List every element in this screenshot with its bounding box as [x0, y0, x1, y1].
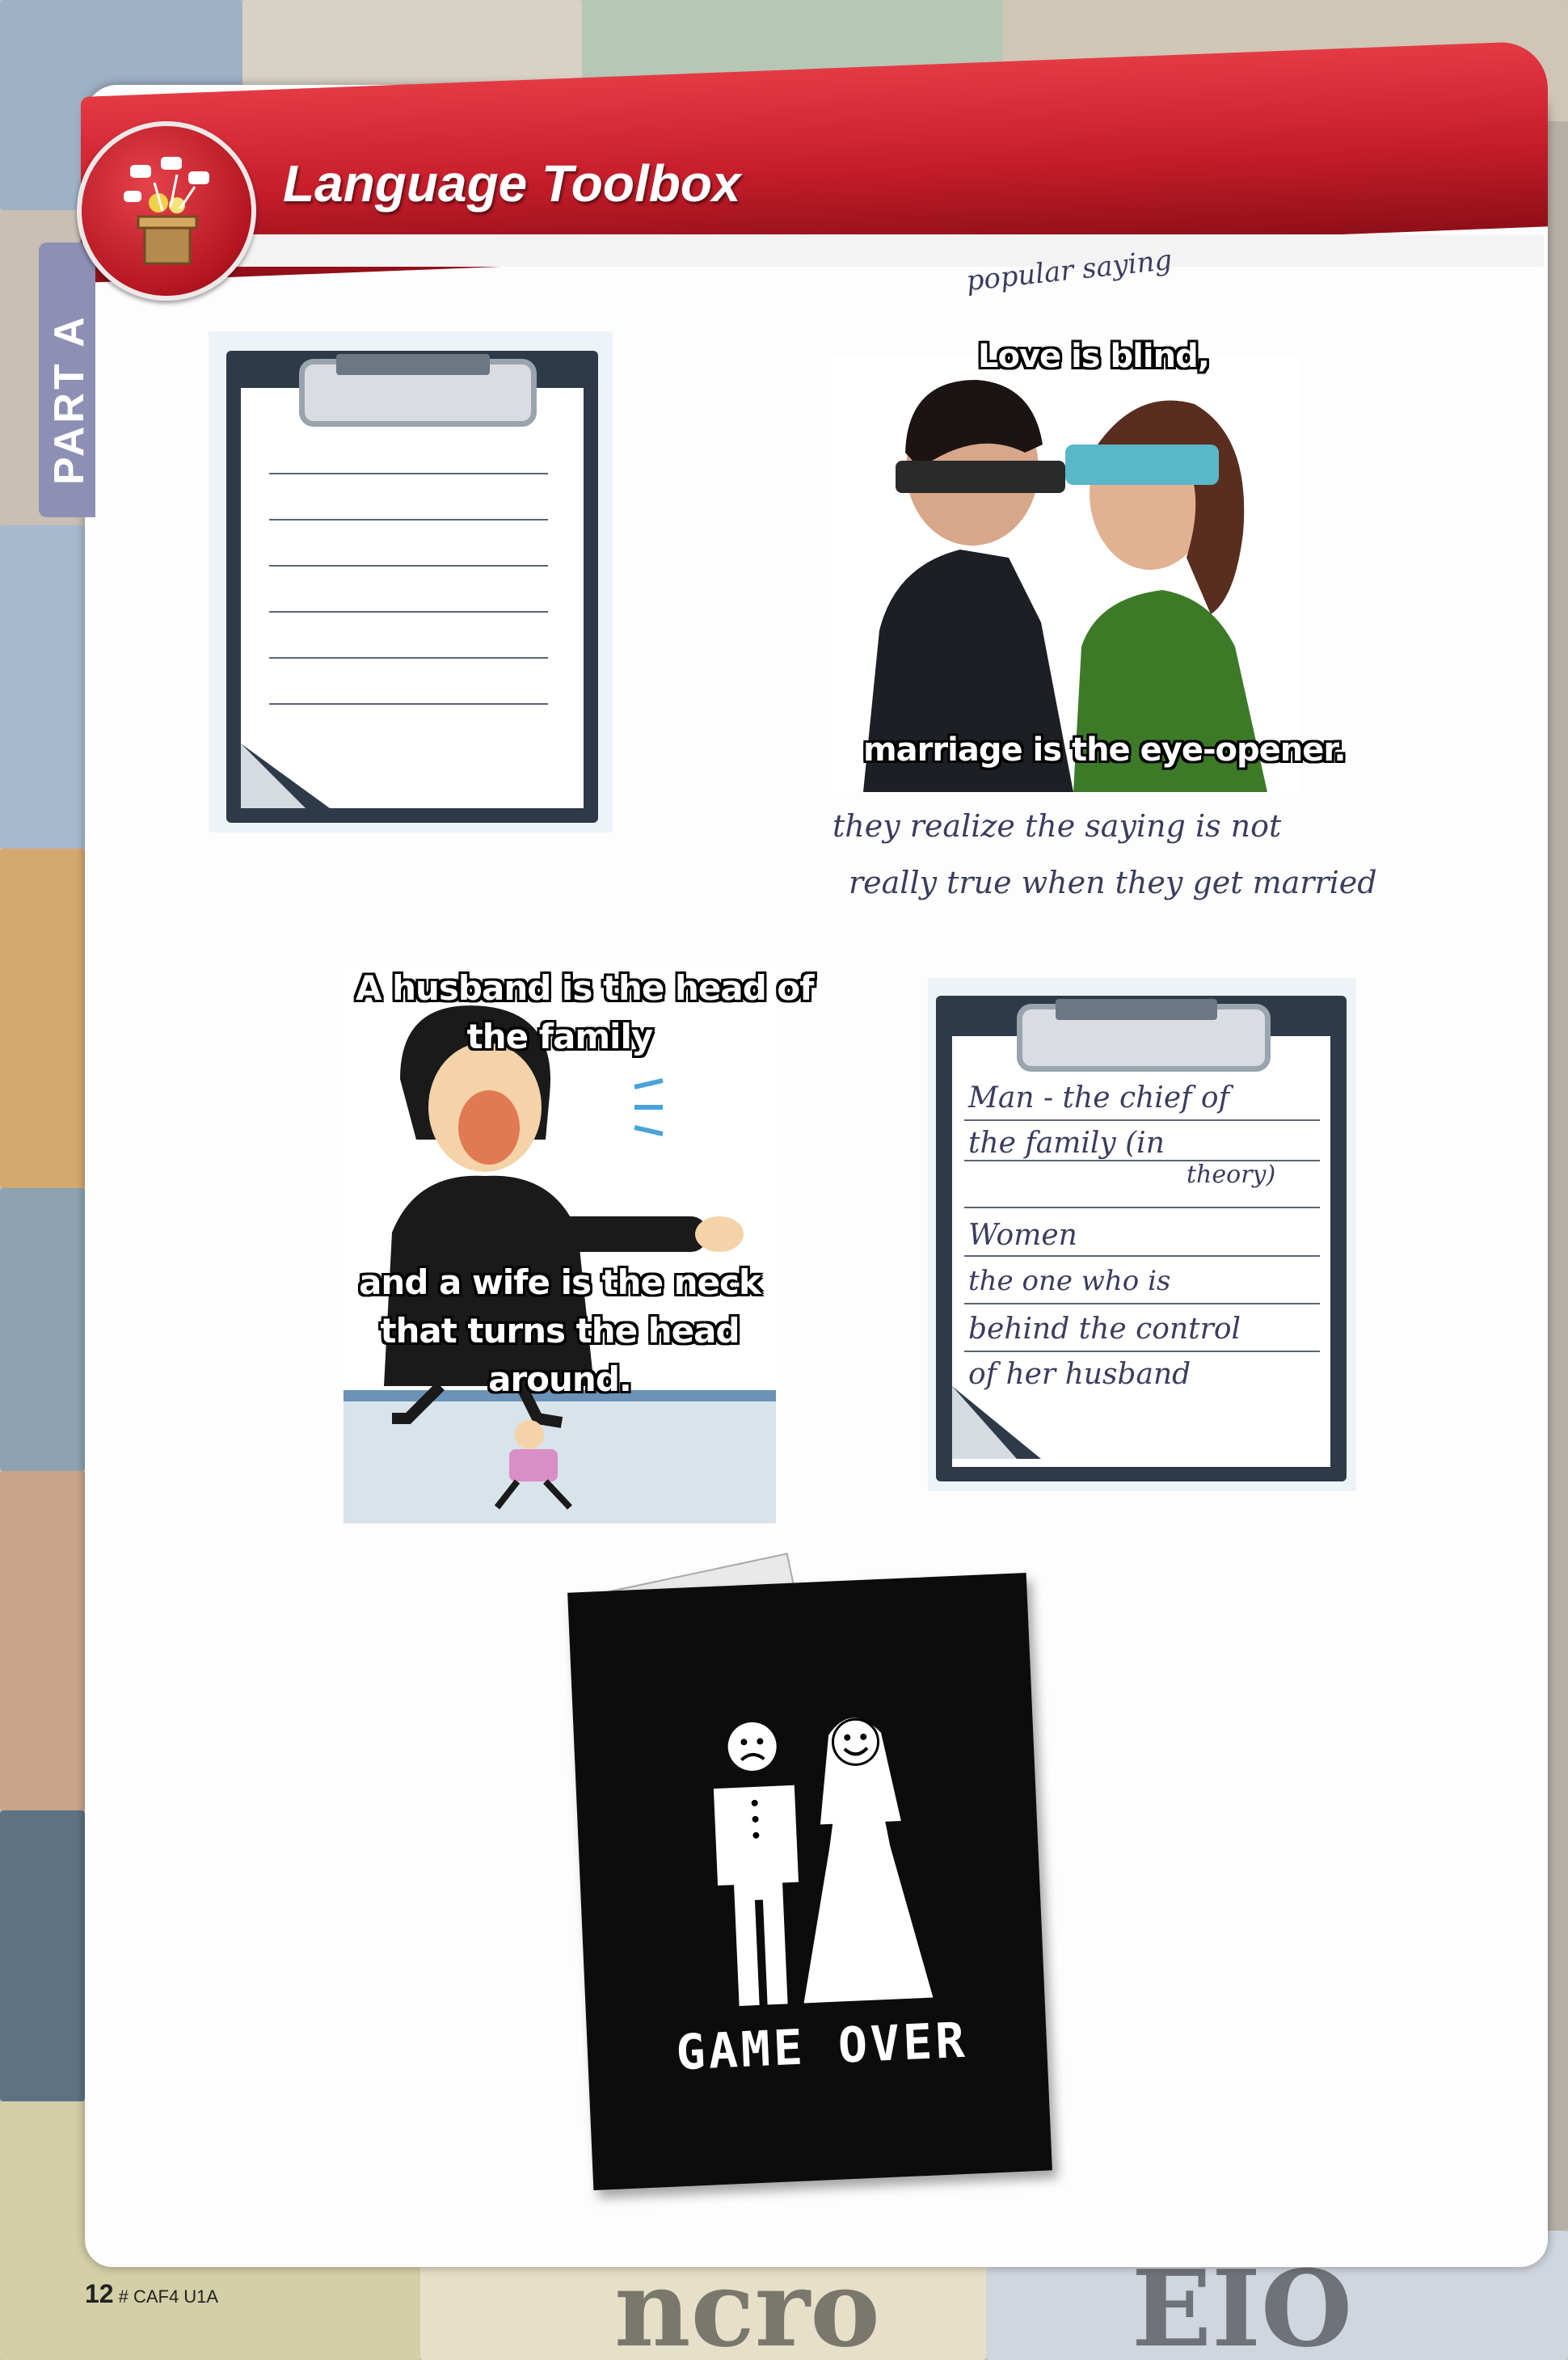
note-line4: Women: [968, 1219, 1077, 1252]
note-line3: theory): [1187, 1161, 1276, 1189]
blindfold-dark: [896, 461, 1065, 493]
handwritten-note-line1: they realize the saying is not: [832, 808, 1282, 844]
note-line6: behind the control: [968, 1313, 1241, 1346]
toolbox-logo: [77, 121, 256, 301]
meme-top-line: Love is blind,: [978, 338, 1210, 375]
note-line2: the family (in: [968, 1127, 1165, 1160]
note-line5: the one who is: [968, 1265, 1171, 1297]
cartoon-line4: that turns the head: [380, 1311, 740, 1351]
meme-bottom-line: marriage is the eye-opener.: [863, 731, 1347, 769]
page-number: 12: [85, 2279, 114, 2308]
cartoon-line5: around.: [488, 1359, 632, 1399]
note-line1: Man - the chief of: [968, 1081, 1229, 1115]
part-label: PART A: [46, 314, 93, 485]
notes-clipboard: Man - the chief of the family (in theory…: [928, 978, 1356, 1491]
handwritten-note-line2: really true when they get married: [849, 865, 1377, 900]
page-curl-icon: [952, 1386, 1041, 1459]
game-over-text: GAME OVER: [675, 2012, 969, 2082]
blindfold-blue: [1065, 445, 1219, 485]
banner-underline: [137, 234, 1544, 267]
page-footer: 12 # CAF4 U1A: [85, 2279, 218, 2309]
cartoon-line1: A husband is the head of: [356, 968, 815, 1008]
page-curl-icon: [241, 744, 330, 808]
bride-groom-icon: [713, 1717, 934, 2006]
unit-code: # CAF4 U1A: [118, 2286, 219, 2307]
toolbox-icon: [124, 157, 209, 265]
page-title: Language Toolbox: [283, 154, 741, 213]
game-over-card: GAME OVER: [567, 1572, 1052, 2191]
note-line7: of her husband: [968, 1358, 1191, 1391]
empty-clipboard: [209, 331, 613, 832]
cartoon-line3: and a wife is the neck: [359, 1262, 761, 1302]
kissing-couple-photo: [831, 356, 1300, 792]
cartoon-line2: the family: [466, 1017, 654, 1056]
